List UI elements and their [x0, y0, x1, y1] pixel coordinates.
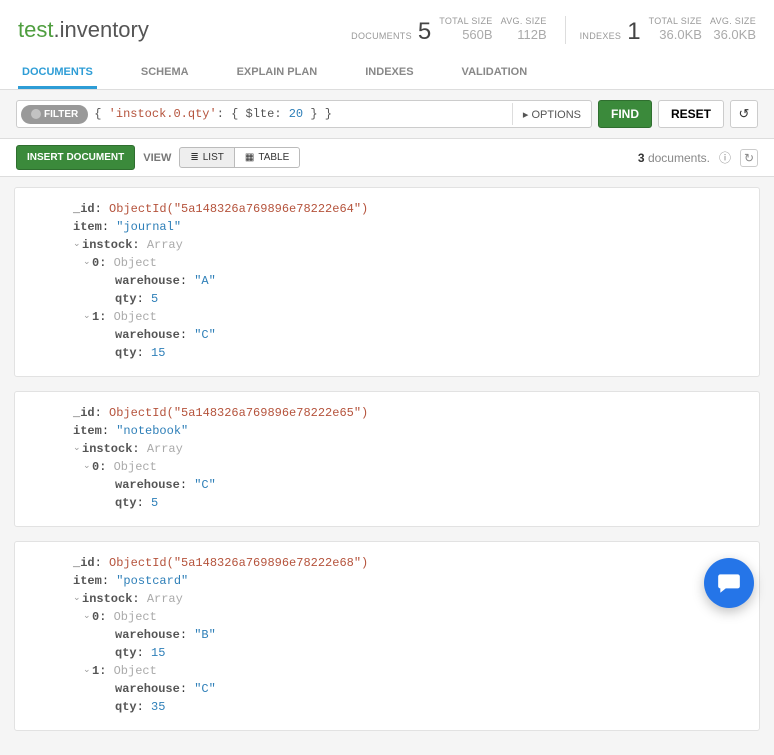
stat-idx-avg-label: AVG. SIZE: [710, 16, 756, 26]
reset-button[interactable]: RESET: [658, 100, 724, 128]
view-toggle: ≣ LIST ▦ TABLE: [179, 147, 300, 168]
filter-input[interactable]: FILTER { 'instock.0.qty': { $lte: 20 } }…: [16, 100, 592, 128]
find-button[interactable]: FIND: [598, 100, 652, 128]
stat-doc-total: 560B: [439, 26, 492, 44]
document-card[interactable]: _id: ObjectId("5a148326a769896e78222e68"…: [14, 541, 760, 731]
chat-button[interactable]: [704, 558, 754, 608]
stat-indexes-label: INDEXES: [580, 31, 622, 41]
view-label: VIEW: [143, 152, 171, 164]
tabs: DOCUMENTS SCHEMA EXPLAIN PLAN INDEXES VA…: [18, 58, 756, 89]
stat-idx-total-label: TOTAL SIZE: [649, 16, 702, 26]
result-count-suffix: documents.: [648, 151, 710, 165]
namespace-title: test.inventory: [18, 17, 149, 43]
documents-toolbar: INSERT DOCUMENT VIEW ≣ LIST ▦ TABLE 3 do…: [0, 139, 774, 177]
tab-documents[interactable]: DOCUMENTS: [18, 58, 97, 89]
list-icon: ≣: [190, 152, 198, 163]
insert-document-button[interactable]: INSERT DOCUMENT: [16, 145, 135, 170]
stat-doc-avg: 112B: [501, 26, 547, 44]
collection-stats: DOCUMENTS 5 TOTAL SIZE 560B AVG. SIZE 11…: [351, 16, 756, 44]
stat-idx-total: 36.0KB: [649, 26, 702, 44]
document-card[interactable]: _id: ObjectId("5a148326a769896e78222e65"…: [14, 391, 760, 527]
query-bar: FILTER { 'instock.0.qty': { $lte: 20 } }…: [0, 90, 774, 139]
view-list-button[interactable]: ≣ LIST: [179, 147, 235, 168]
table-icon: ▦: [245, 152, 254, 163]
options-button[interactable]: ▸ OPTIONS: [512, 103, 587, 125]
result-count: 3: [638, 151, 645, 165]
tab-indexes[interactable]: INDEXES: [361, 58, 417, 89]
tab-validation[interactable]: VALIDATION: [458, 58, 532, 89]
document-card[interactable]: _id: ObjectId("5a148326a769896e78222e64"…: [14, 187, 760, 377]
collection-header: test.inventory DOCUMENTS 5 TOTAL SIZE 56…: [0, 0, 774, 90]
stat-doc-total-label: TOTAL SIZE: [439, 16, 492, 26]
stat-doc-avg-label: AVG. SIZE: [501, 16, 547, 26]
stat-idx-avg: 36.0KB: [710, 26, 756, 44]
chat-icon: [716, 570, 742, 596]
stat-documents-label: DOCUMENTS: [351, 31, 412, 41]
refresh-button[interactable]: ↻: [740, 149, 758, 167]
tab-explain-plan[interactable]: EXPLAIN PLAN: [233, 58, 322, 89]
history-icon: ↺: [739, 106, 750, 122]
filter-label-pill: FILTER: [21, 105, 88, 124]
info-icon[interactable]: ⓘ: [716, 149, 734, 167]
query-history-button[interactable]: ↺: [730, 100, 758, 128]
collection-name: inventory: [60, 17, 149, 42]
stat-indexes-count: 1: [627, 20, 640, 44]
db-name: test: [18, 17, 53, 42]
results-list: _id: ObjectId("5a148326a769896e78222e64"…: [0, 177, 774, 755]
view-table-button[interactable]: ▦ TABLE: [234, 147, 300, 168]
tab-schema[interactable]: SCHEMA: [137, 58, 193, 89]
stat-documents-count: 5: [418, 20, 431, 44]
filter-query-text[interactable]: { 'instock.0.qty': { $lte: 20 } }: [94, 107, 512, 121]
